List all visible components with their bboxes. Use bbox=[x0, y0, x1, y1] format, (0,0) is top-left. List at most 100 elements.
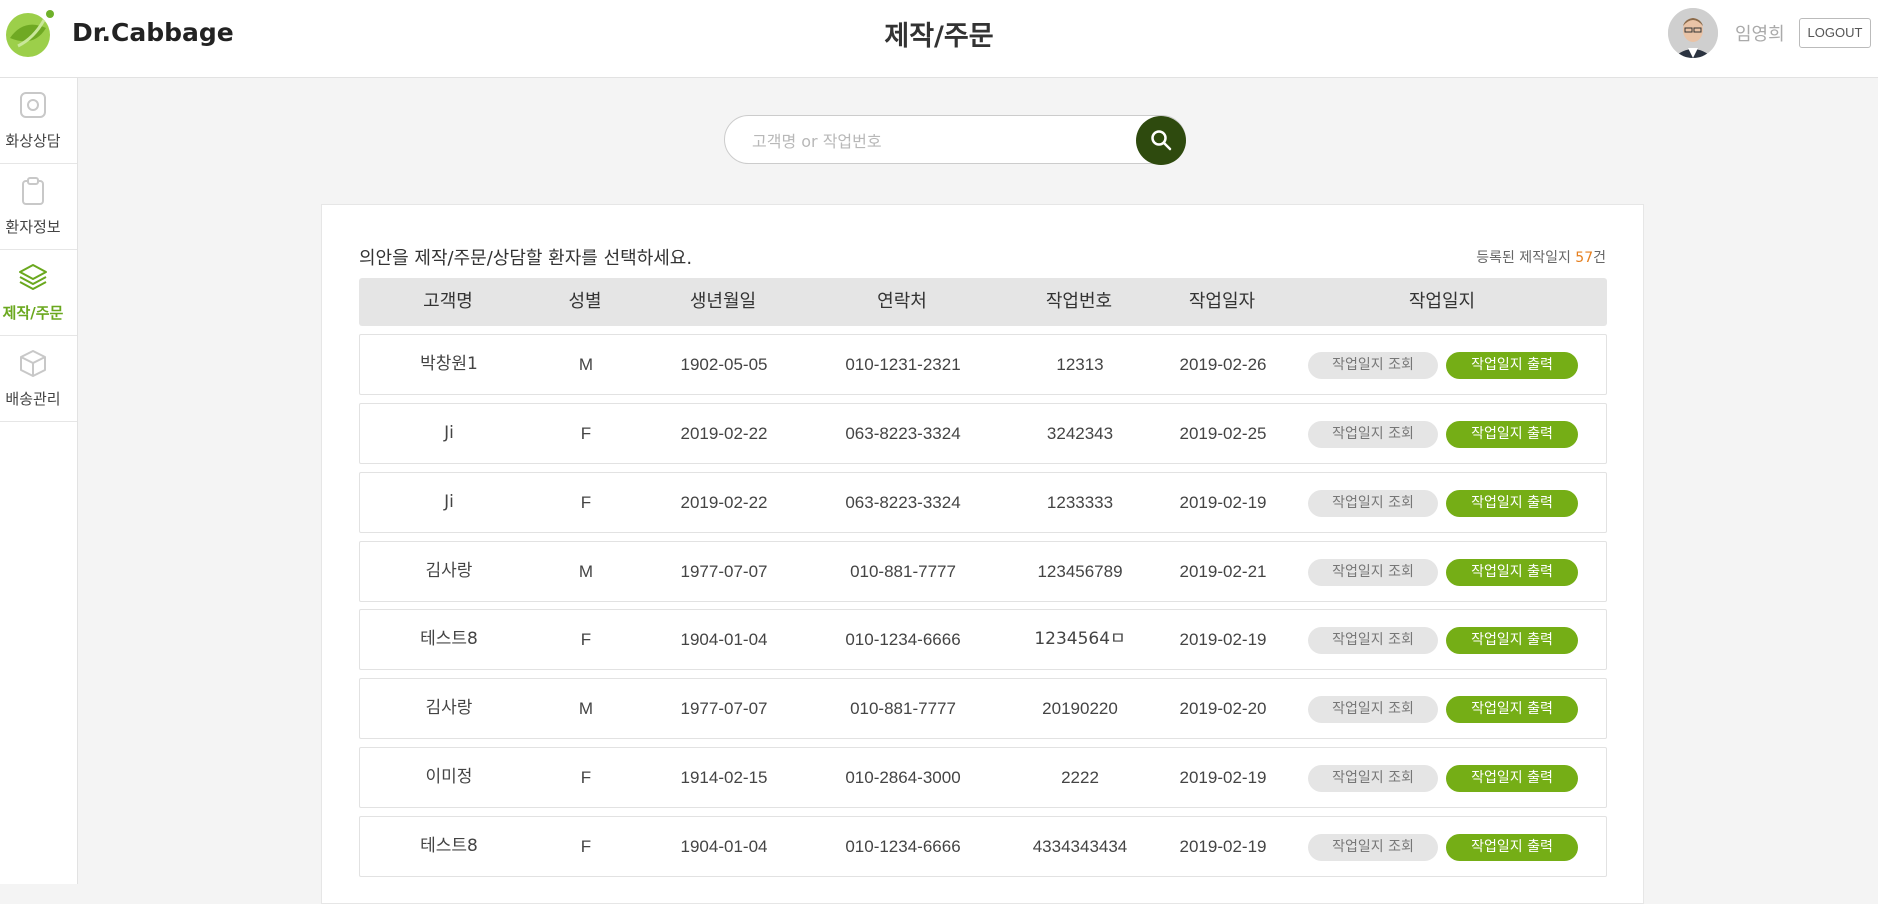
camera-icon bbox=[20, 92, 46, 118]
cell-job-number: 20190220 bbox=[1042, 699, 1118, 718]
logout-button[interactable]: LOGOUT bbox=[1799, 18, 1871, 48]
cell-phone: 010-2864-3000 bbox=[845, 768, 961, 787]
cell-job-number: 12313 bbox=[1056, 355, 1104, 374]
view-log-button[interactable]: 작업일지 조회 bbox=[1308, 765, 1438, 792]
print-log-button[interactable]: 작업일지 출력 bbox=[1446, 490, 1578, 517]
cell-gender: M bbox=[578, 699, 594, 718]
cell-date: 2019-02-19 bbox=[1179, 493, 1267, 512]
table-row[interactable]: Ji F 2019-02-22 063-8223-3324 1233333 20… bbox=[359, 472, 1607, 533]
sidebar-item-video-consult[interactable]: 화상상담 bbox=[0, 78, 77, 164]
print-log-button[interactable]: 작업일지 출력 bbox=[1446, 696, 1578, 723]
table-header: 고객명 성별 생년월일 연락처 작업번호 작업일자 작업일지 bbox=[359, 278, 1607, 326]
print-log-button[interactable]: 작업일지 출력 bbox=[1446, 834, 1578, 861]
cell-job-number: 2222 bbox=[1061, 768, 1099, 787]
dr-cabbage-logo[interactable] bbox=[4, 8, 56, 58]
print-log-button[interactable]: 작업일지 출력 bbox=[1446, 559, 1578, 586]
column-header: 작업번호 bbox=[1045, 291, 1113, 312]
sidebar-item-production-order[interactable]: 제작/주문 bbox=[0, 250, 77, 336]
brand-name[interactable]: Dr.Cabbage bbox=[72, 18, 234, 47]
cell-job-number: 4334343434 bbox=[1032, 837, 1128, 856]
view-log-button[interactable]: 작업일지 조회 bbox=[1308, 421, 1438, 448]
cell-name: 박창원1 bbox=[420, 354, 478, 374]
table-row[interactable]: Ji F 2019-02-22 063-8223-3324 3242343 20… bbox=[359, 403, 1607, 464]
layers-icon bbox=[19, 264, 47, 290]
cell-gender: F bbox=[580, 630, 592, 649]
count-suffix: 건 bbox=[1593, 250, 1606, 266]
cell-gender: F bbox=[580, 424, 592, 443]
cell-date: 2019-02-19 bbox=[1179, 837, 1267, 856]
sidebar-item-delivery[interactable]: 배송관리 bbox=[0, 336, 77, 422]
cell-birth: 1977-07-07 bbox=[680, 699, 768, 718]
print-log-button[interactable]: 작업일지 출력 bbox=[1446, 627, 1578, 654]
table-row[interactable]: 박창원1 M 1902-05-05 010-1231-2321 12313 20… bbox=[359, 334, 1607, 395]
view-log-button[interactable]: 작업일지 조회 bbox=[1308, 627, 1438, 654]
table-row[interactable]: 테스트8 F 1904-01-04 010-1234-6666 43343434… bbox=[359, 816, 1607, 877]
cell-job-number: 1233333 bbox=[1046, 493, 1114, 512]
record-count: 등록된 제작일지 57건 bbox=[1476, 247, 1606, 267]
column-header: 고객명 bbox=[423, 291, 473, 312]
cell-phone: 010-881-7777 bbox=[850, 699, 956, 718]
cell-phone: 010-1231-2321 bbox=[845, 355, 961, 374]
view-log-button[interactable]: 작업일지 조회 bbox=[1308, 696, 1438, 723]
top-header: Dr.Cabbage 제작/주문 임영희 LOGOUT bbox=[0, 0, 1878, 78]
cell-job-number: 3242343 bbox=[1046, 424, 1114, 443]
search-icon bbox=[1151, 130, 1172, 151]
print-log-button[interactable]: 작업일지 출력 bbox=[1446, 352, 1578, 379]
column-header: 작업일지 bbox=[1408, 291, 1476, 312]
cell-birth: 1904-01-04 bbox=[680, 630, 768, 649]
table-row[interactable]: 김사랑 M 1977-07-07 010-881-7777 123456789 … bbox=[359, 541, 1607, 602]
sidebar-item-label: 환자정보 bbox=[5, 218, 61, 236]
cell-name: 김사랑 bbox=[425, 698, 473, 718]
view-log-button[interactable]: 작업일지 조회 bbox=[1308, 559, 1438, 586]
cell-name: 이미정 bbox=[425, 767, 473, 787]
cell-gender: F bbox=[580, 493, 592, 512]
sidebar: 화상상담 환자정보 제작/주문 배송관리 bbox=[0, 78, 78, 884]
view-log-button[interactable]: 작업일지 조회 bbox=[1308, 352, 1438, 379]
cell-gender: M bbox=[578, 562, 594, 581]
cell-job-number: 123456789 bbox=[1037, 562, 1123, 581]
user-name: 임영희 bbox=[1735, 24, 1785, 45]
cell-name: 테스트8 bbox=[420, 629, 478, 649]
cell-birth: 1902-05-05 bbox=[680, 355, 768, 374]
cell-phone: 010-1234-6666 bbox=[845, 630, 961, 649]
print-log-button[interactable]: 작업일지 출력 bbox=[1446, 421, 1578, 448]
table-row[interactable]: 테스트8 F 1904-01-04 010-1234-6666 1234564ㅁ… bbox=[359, 609, 1607, 670]
cell-phone: 010-881-7777 bbox=[850, 562, 956, 581]
cell-birth: 2019-02-22 bbox=[680, 424, 768, 443]
cell-name: Ji bbox=[444, 492, 454, 512]
sidebar-item-patient-info[interactable]: 환자정보 bbox=[0, 164, 77, 250]
sidebar-item-label: 제작/주문 bbox=[2, 304, 64, 322]
user-portrait-icon bbox=[1668, 8, 1718, 58]
column-header: 작업일자 bbox=[1188, 291, 1256, 312]
cell-date: 2019-02-19 bbox=[1179, 768, 1267, 787]
column-header: 연락처 bbox=[877, 291, 927, 312]
cell-date: 2019-02-26 bbox=[1179, 355, 1267, 374]
view-log-button[interactable]: 작업일지 조회 bbox=[1308, 834, 1438, 861]
table-row[interactable]: 김사랑 M 1977-07-07 010-881-7777 20190220 2… bbox=[359, 678, 1607, 739]
sidebar-item-label: 배송관리 bbox=[5, 390, 61, 408]
cell-birth: 2019-02-22 bbox=[680, 493, 768, 512]
cell-gender: F bbox=[580, 768, 592, 787]
cell-birth: 1914-02-15 bbox=[680, 768, 768, 787]
column-header: 생년월일 bbox=[689, 291, 757, 312]
search-input[interactable] bbox=[750, 129, 1134, 153]
table-row[interactable]: 이미정 F 1914-02-15 010-2864-3000 2222 2019… bbox=[359, 747, 1607, 808]
cell-date: 2019-02-20 bbox=[1179, 699, 1267, 718]
cell-birth: 1904-01-04 bbox=[680, 837, 768, 856]
count-value: 57 bbox=[1575, 250, 1594, 266]
cell-date: 2019-02-21 bbox=[1179, 562, 1267, 581]
count-prefix: 등록된 제작일지 bbox=[1476, 250, 1576, 266]
view-log-button[interactable]: 작업일지 조회 bbox=[1308, 490, 1438, 517]
search-button[interactable] bbox=[1136, 116, 1186, 165]
cell-phone: 010-1234-6666 bbox=[845, 837, 961, 856]
column-header: 성별 bbox=[568, 291, 602, 312]
cell-name: 테스트8 bbox=[420, 836, 478, 856]
cell-gender: F bbox=[580, 837, 592, 856]
page-title: 제작/주문 bbox=[884, 21, 994, 52]
sidebar-item-label: 화상상담 bbox=[5, 132, 61, 150]
cell-birth: 1977-07-07 bbox=[680, 562, 768, 581]
cell-phone: 063-8223-3324 bbox=[845, 424, 961, 443]
avatar bbox=[1668, 8, 1718, 58]
instruction-text: 의안을 제작/주문/상담할 환자를 선택하세요. bbox=[359, 248, 693, 269]
print-log-button[interactable]: 작업일지 출력 bbox=[1446, 765, 1578, 792]
